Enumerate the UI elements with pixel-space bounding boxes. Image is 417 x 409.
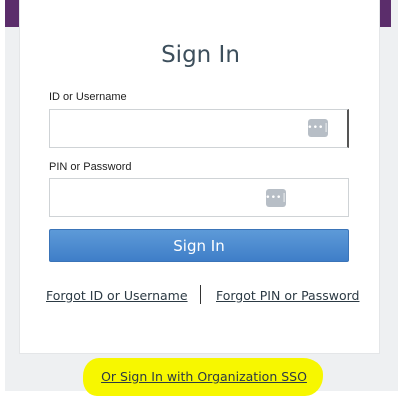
link-divider [200, 285, 201, 304]
forgot-pin-link[interactable]: Forgot PIN or Password [216, 288, 359, 303]
sign-in-card: Sign In ID or Username •••| PIN or Passw… [19, 0, 380, 354]
pin-field-label: PIN or Password [49, 161, 132, 173]
accent-bar-left [5, 0, 20, 27]
id-field-label: ID or Username [49, 91, 127, 103]
password-manager-icon[interactable]: •••| [265, 189, 287, 207]
pin-password-input[interactable] [49, 178, 349, 217]
organization-sso-link[interactable]: Or Sign In with Organization SSO [0, 369, 398, 384]
page-title: Sign In [161, 42, 240, 68]
id-username-input[interactable] [49, 109, 349, 148]
sign-in-button[interactable]: Sign In [49, 229, 349, 262]
password-manager-icon[interactable]: •••| [307, 119, 329, 137]
forgot-id-link[interactable]: Forgot ID or Username [46, 288, 188, 303]
